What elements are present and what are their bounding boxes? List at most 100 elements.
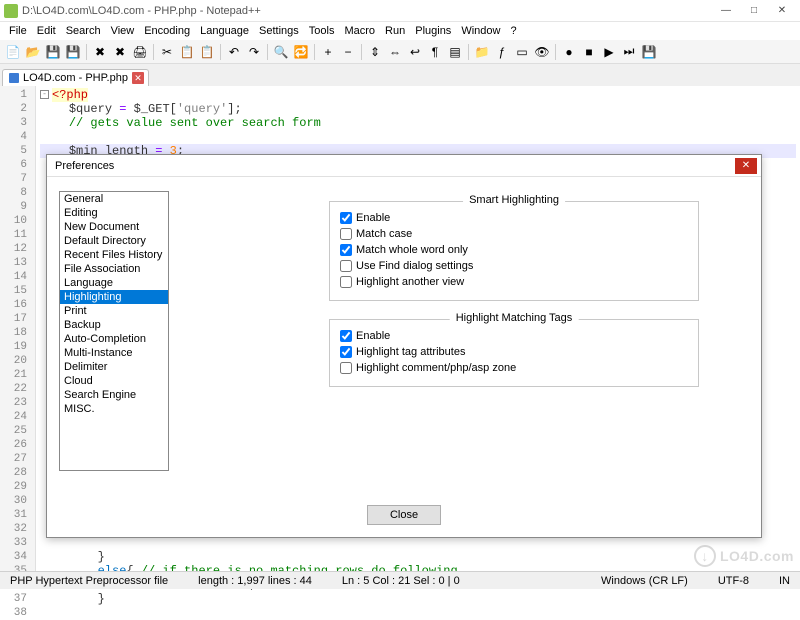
doc-map-icon[interactable]: ▭ [513, 43, 531, 61]
option-label: Highlight another view [356, 276, 464, 288]
preferences-category-list[interactable]: GeneralEditingNew DocumentDefault Direct… [59, 191, 169, 471]
wrap-icon[interactable]: ↩ [406, 43, 424, 61]
cut-icon[interactable]: ✂ [158, 43, 176, 61]
window-close-button[interactable]: ✕ [768, 2, 796, 20]
option-highlight-tag-attributes[interactable]: Highlight tag attributes [340, 344, 688, 360]
option-match-whole-word-only[interactable]: Match whole word only [340, 242, 688, 258]
option-use-find-dialog-settings[interactable]: Use Find dialog settings [340, 258, 688, 274]
menu-edit[interactable]: Edit [32, 24, 61, 38]
window-minimize-button[interactable]: — [712, 2, 740, 20]
pref-category-misc-[interactable]: MISC. [60, 402, 168, 416]
status-position: Ln : 5 Col : 21 Sel : 0 | 0 [336, 575, 466, 587]
sync-v-icon[interactable]: ⇕ [366, 43, 384, 61]
close-all-icon[interactable]: ✖ [111, 43, 129, 61]
menu-tools[interactable]: Tools [304, 24, 340, 38]
window-titlebar: D:\LO4D.com\LO4D.com - PHP.php - Notepad… [0, 0, 800, 22]
pref-category-editing[interactable]: Editing [60, 206, 168, 220]
redo-icon[interactable]: ↷ [245, 43, 263, 61]
indent-guide-icon[interactable]: ▤ [446, 43, 464, 61]
pref-category-highlighting[interactable]: Highlighting [60, 290, 168, 304]
pref-category-auto-completion[interactable]: Auto-Completion [60, 332, 168, 346]
save-all-icon[interactable]: 💾 [64, 43, 82, 61]
pref-category-cloud[interactable]: Cloud [60, 374, 168, 388]
checkbox[interactable] [340, 362, 352, 374]
menu-settings[interactable]: Settings [254, 24, 304, 38]
find-icon[interactable]: 🔍 [272, 43, 290, 61]
paste-icon[interactable]: 📋 [198, 43, 216, 61]
checkbox[interactable] [340, 330, 352, 342]
show-all-icon[interactable]: ¶ [426, 43, 444, 61]
option-label: Enable [356, 212, 390, 224]
menu-macro[interactable]: Macro [339, 24, 380, 38]
menu-run[interactable]: Run [380, 24, 410, 38]
copy-icon[interactable]: 📋 [178, 43, 196, 61]
stop-icon[interactable]: ■ [580, 43, 598, 61]
document-tab[interactable]: LO4D.com - PHP.php ✕ [2, 69, 149, 86]
zoom-in-icon[interactable]: + [319, 43, 337, 61]
watermark-text: LO4D.com [720, 548, 794, 564]
sync-h-icon[interactable]: ⇔ [386, 43, 404, 61]
toolbar-separator [267, 44, 268, 60]
folder-icon[interactable]: 📁 [473, 43, 491, 61]
new-file-icon[interactable]: 📄 [4, 43, 22, 61]
pref-category-multi-instance[interactable]: Multi-Instance [60, 346, 168, 360]
menu-[interactable]: ? [505, 24, 521, 38]
window-title: D:\LO4D.com\LO4D.com - PHP.php - Notepad… [22, 5, 712, 17]
pref-category-print[interactable]: Print [60, 304, 168, 318]
save-macro-icon[interactable]: 💾 [640, 43, 658, 61]
checkbox[interactable] [340, 244, 352, 256]
record-icon[interactable]: ● [560, 43, 578, 61]
option-highlight-another-view[interactable]: Highlight another view [340, 274, 688, 290]
watermark-icon: ↓ [694, 545, 716, 567]
undo-icon[interactable]: ↶ [225, 43, 243, 61]
status-encoding: UTF-8 [712, 575, 755, 587]
pref-category-delimiter[interactable]: Delimiter [60, 360, 168, 374]
window-maximize-button[interactable]: □ [740, 2, 768, 20]
option-enable[interactable]: Enable [340, 210, 688, 226]
smart-highlighting-group: Smart Highlighting EnableMatch caseMatch… [329, 201, 699, 301]
close-button[interactable]: Close [367, 505, 441, 525]
pref-category-search-engine[interactable]: Search Engine [60, 388, 168, 402]
status-length: length : 1,997 lines : 44 [192, 575, 318, 587]
replace-icon[interactable]: 🔁 [292, 43, 310, 61]
open-file-icon[interactable]: 📂 [24, 43, 42, 61]
option-highlight-comment-php-asp-zone[interactable]: Highlight comment/php/asp zone [340, 360, 688, 376]
save-icon[interactable]: 💾 [44, 43, 62, 61]
menu-plugins[interactable]: Plugins [410, 24, 456, 38]
pref-category-language[interactable]: Language [60, 276, 168, 290]
close-icon[interactable]: ✖ [91, 43, 109, 61]
menu-language[interactable]: Language [195, 24, 254, 38]
zoom-out-icon[interactable]: − [339, 43, 357, 61]
pref-category-backup[interactable]: Backup [60, 318, 168, 332]
checkbox[interactable] [340, 276, 352, 288]
pref-category-default-directory[interactable]: Default Directory [60, 234, 168, 248]
tab-close-icon[interactable]: ✕ [132, 72, 144, 84]
print-icon[interactable]: 🖨 [131, 43, 149, 61]
document-tabbar: LO4D.com - PHP.php ✕ [0, 64, 800, 86]
checkbox[interactable] [340, 260, 352, 272]
menu-file[interactable]: File [4, 24, 32, 38]
option-enable[interactable]: Enable [340, 328, 688, 344]
checkbox[interactable] [340, 228, 352, 240]
func-list-icon[interactable]: ƒ [493, 43, 511, 61]
toolbar-separator [153, 44, 154, 60]
pref-category-general[interactable]: General [60, 192, 168, 206]
pref-category-file-association[interactable]: File Association [60, 262, 168, 276]
status-eol: Windows (CR LF) [595, 575, 694, 587]
option-label: Use Find dialog settings [356, 260, 473, 272]
menu-window[interactable]: Window [456, 24, 505, 38]
menu-view[interactable]: View [106, 24, 140, 38]
highlight-matching-tags-group: Highlight Matching Tags EnableHighlight … [329, 319, 699, 387]
menu-search[interactable]: Search [61, 24, 106, 38]
checkbox[interactable] [340, 346, 352, 358]
pref-category-recent-files-history[interactable]: Recent Files History [60, 248, 168, 262]
watermark: ↓ LO4D.com [694, 545, 794, 567]
play-icon[interactable]: ▶ [600, 43, 618, 61]
pref-category-new-document[interactable]: New Document [60, 220, 168, 234]
menu-encoding[interactable]: Encoding [139, 24, 195, 38]
checkbox[interactable] [340, 212, 352, 224]
dialog-close-button[interactable]: ✕ [735, 158, 757, 174]
monitor-icon[interactable]: 👁 [533, 43, 551, 61]
play-multi-icon[interactable]: ⏭ [620, 43, 638, 61]
option-match-case[interactable]: Match case [340, 226, 688, 242]
